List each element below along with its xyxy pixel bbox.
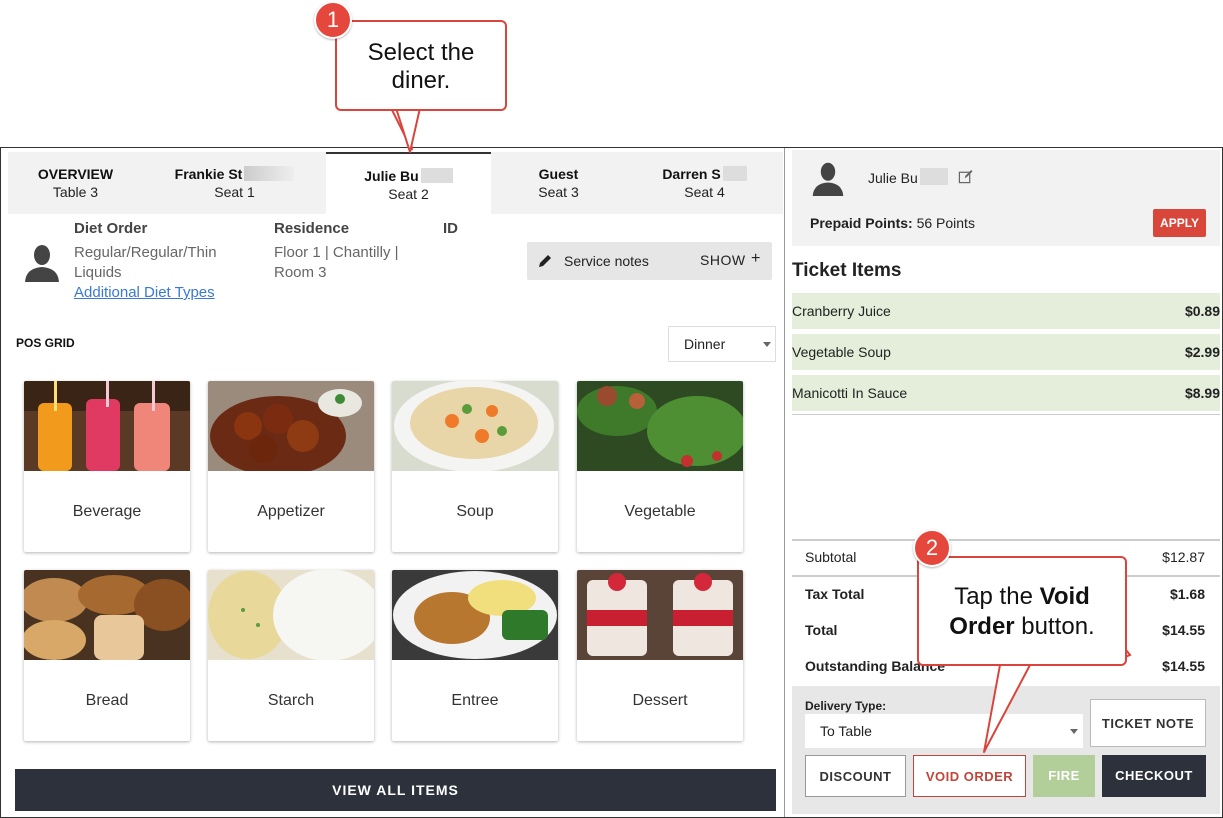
callout-void-order: Tap the Void Order button.: [917, 556, 1127, 666]
callout-pointers: [390, 107, 1132, 753]
step-1-badge: 1: [314, 1, 352, 39]
step-2-badge: 2: [913, 529, 951, 567]
callout-select-diner: Select the diner.: [335, 20, 507, 111]
